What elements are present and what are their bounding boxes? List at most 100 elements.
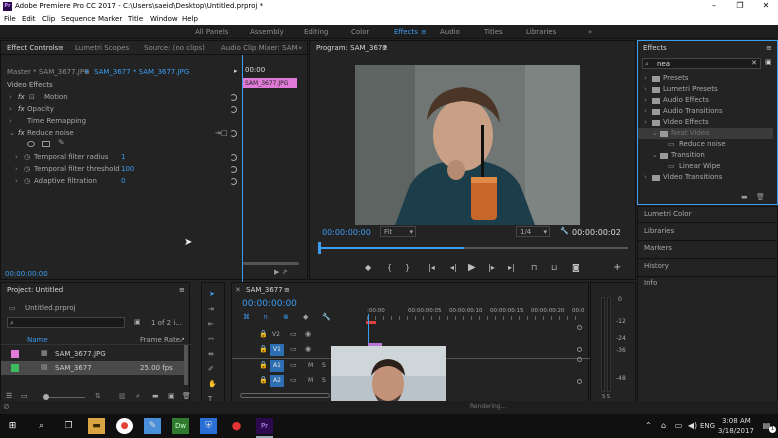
toggle-sync-icon[interactable]: ▭ bbox=[290, 345, 297, 353]
effects-tree-item[interactable]: ▭ Linear Wipe bbox=[638, 161, 773, 172]
expand-arrow-icon[interactable]: › bbox=[9, 117, 12, 125]
effects-tree-item[interactable]: ▭ Reduce noise bbox=[638, 139, 773, 150]
fx-badge[interactable]: fx bbox=[18, 105, 25, 113]
pen-tool-icon[interactable]: ✐ bbox=[208, 365, 214, 373]
effect-row-motion[interactable]: › fx ⊡ Motion bbox=[1, 91, 241, 103]
mark-in-icon[interactable]: { bbox=[387, 263, 392, 272]
expand-arrow-icon[interactable]: › bbox=[15, 165, 18, 173]
record-icon[interactable]: ● bbox=[228, 418, 245, 434]
expand-arrow-icon[interactable]: › bbox=[9, 105, 12, 113]
menu-sequence[interactable]: Sequence bbox=[61, 15, 96, 23]
menu-window[interactable]: Window bbox=[150, 15, 178, 23]
expand-arrow-icon[interactable]: ⌄ bbox=[652, 151, 658, 159]
playback-scrubber[interactable] bbox=[318, 247, 628, 249]
toggle-sync-icon[interactable]: ▭ bbox=[290, 361, 297, 369]
panel-menu-icon[interactable]: ≡ bbox=[382, 44, 388, 52]
project-title[interactable]: Project: Untitled bbox=[7, 286, 63, 294]
paint-icon[interactable]: ✎ bbox=[144, 418, 161, 434]
volume-icon[interactable]: ◀) bbox=[684, 418, 701, 434]
fx-badge[interactable]: fx bbox=[18, 93, 25, 101]
dreamweaver-icon[interactable]: Dw bbox=[172, 418, 189, 434]
settings-wrench-icon[interactable]: 🔧 bbox=[322, 313, 331, 321]
toggle-sync-icon[interactable]: ▭ bbox=[290, 330, 297, 338]
effects-tree-item[interactable]: › Lumetri Presets bbox=[638, 84, 773, 95]
step-back-icon[interactable]: ◂| bbox=[450, 263, 457, 272]
language-indicator[interactable]: ENG bbox=[700, 422, 715, 430]
menu-file[interactable]: File bbox=[4, 15, 16, 23]
tab-effect-controls[interactable]: Effect Controls bbox=[7, 44, 58, 52]
workspace-assembly[interactable]: Assembly bbox=[250, 28, 284, 36]
panel-history[interactable]: History bbox=[644, 262, 669, 270]
maximize-button[interactable]: ❐ bbox=[728, 1, 752, 10]
effects-tree-item[interactable]: › Video Effects bbox=[638, 117, 773, 128]
effect-controls-timecode[interactable]: 00:00:00:00 bbox=[5, 270, 48, 278]
project-item-row[interactable]: ▤ SAM_3677 25.00 fps bbox=[1, 361, 184, 375]
play-icon[interactable]: ▶ bbox=[468, 262, 476, 273]
project-item-row[interactable]: ▦ SAM_3677.JPG bbox=[1, 347, 184, 361]
toggle-sync-icon[interactable]: ▭ bbox=[290, 376, 297, 384]
ellipse-mask-icon[interactable] bbox=[27, 141, 35, 147]
zoom-slider[interactable] bbox=[45, 397, 85, 398]
expand-arrow-icon[interactable]: ▸ bbox=[234, 67, 238, 75]
track-scroll-handles[interactable] bbox=[577, 325, 582, 385]
camera-icon[interactable]: ◙ bbox=[572, 263, 580, 272]
motion-transform-icon[interactable]: ⊡ bbox=[29, 93, 35, 101]
setup-icon[interactable]: ⇥□ bbox=[215, 129, 227, 137]
delete-icon[interactable]: 🗑 bbox=[756, 193, 765, 201]
linked-selection-icon[interactable]: ⊗ bbox=[283, 313, 289, 321]
mute-button[interactable]: M bbox=[308, 362, 313, 369]
effects-tree-item[interactable]: › Presets bbox=[638, 73, 773, 84]
effects-search-input[interactable]: ⌕ nea ✕ bbox=[642, 58, 761, 69]
export-frame-icon[interactable]: ▶ ⇗ bbox=[274, 268, 287, 276]
workspace-effects[interactable]: Effects bbox=[394, 28, 418, 36]
new-custom-bin-icon[interactable]: ▬ bbox=[741, 193, 748, 201]
collapse-arrow-icon[interactable]: ⌄ bbox=[9, 129, 15, 137]
panel-lumetri-color[interactable]: Lumetri Color bbox=[644, 210, 691, 218]
icon-view-icon[interactable]: ▭ bbox=[21, 392, 28, 400]
menu-title[interactable]: Title bbox=[128, 15, 143, 23]
eye-icon[interactable]: ◉ bbox=[305, 345, 311, 353]
param-value[interactable]: 1 bbox=[121, 153, 125, 161]
premiere-taskbar-icon[interactable]: Pr bbox=[256, 418, 273, 434]
step-forward-icon[interactable]: |▸ bbox=[488, 263, 495, 272]
zoom-select[interactable]: Fit ▾ bbox=[380, 226, 416, 237]
eye-icon[interactable]: ◉ bbox=[305, 330, 311, 338]
go-to-out-icon[interactable]: ▸| bbox=[508, 263, 515, 272]
panel-libraries[interactable]: Libraries bbox=[644, 227, 674, 235]
search-icon[interactable]: ⌕ bbox=[33, 418, 50, 434]
master-clip-label[interactable]: Master * SAM_3677.JPG bbox=[7, 68, 90, 76]
scroll-handle-icon[interactable] bbox=[577, 325, 582, 330]
find-icon[interactable]: ⌕ bbox=[136, 392, 140, 401]
new-bin-icon[interactable]: ▣ bbox=[765, 58, 772, 66]
settings-wrench-icon[interactable]: 🔧 bbox=[560, 227, 569, 235]
tabs-more-icon[interactable]: » bbox=[298, 44, 302, 52]
security-shield-icon[interactable]: ⛨ bbox=[200, 418, 217, 434]
track-v2[interactable]: 🔒 V2 ▭ ◉ bbox=[232, 328, 590, 342]
program-timecode[interactable]: 00:00:00:00 bbox=[322, 228, 371, 237]
param-row-adaptive[interactable]: › ◷ Adaptive filtration 0 bbox=[1, 175, 241, 187]
list-view-icon[interactable]: ☰ bbox=[6, 392, 12, 400]
project-search-input[interactable]: ⌕ bbox=[7, 317, 125, 328]
effects-tree-item[interactable]: › Audio Effects bbox=[638, 95, 773, 106]
tab-source[interactable]: Source: (no clips) bbox=[144, 44, 205, 52]
dropdown-arrow-icon[interactable]: ▾ bbox=[85, 68, 89, 76]
expand-arrow-icon[interactable]: › bbox=[644, 74, 647, 82]
add-button-icon[interactable]: + bbox=[613, 262, 621, 273]
hand-tool-icon[interactable]: ✋ bbox=[208, 380, 217, 388]
label-color-swatch[interactable] bbox=[11, 350, 19, 358]
column-resize-icon[interactable]: ↗ bbox=[179, 336, 185, 344]
panel-menu-icon[interactable]: ≡ bbox=[766, 44, 772, 52]
menu-help[interactable]: Help bbox=[182, 15, 198, 23]
track-name[interactable]: A1 bbox=[270, 360, 284, 372]
go-to-in-icon[interactable]: |◂ bbox=[428, 263, 435, 272]
new-bin-icon[interactable]: ▬ bbox=[152, 392, 159, 400]
lift-icon[interactable]: ⊓ bbox=[531, 263, 537, 272]
timeline-timecode[interactable]: 00:00:00:00 bbox=[242, 299, 297, 309]
panel-markers[interactable]: Markers bbox=[644, 244, 672, 252]
lock-icon[interactable]: 🔒 bbox=[259, 330, 268, 338]
fx-badge[interactable]: fx bbox=[18, 129, 25, 137]
mark-out-icon[interactable]: } bbox=[405, 263, 410, 272]
extract-icon[interactable]: ⊔ bbox=[551, 263, 557, 272]
reset-icon[interactable] bbox=[230, 178, 237, 185]
expand-arrow-icon[interactable]: › bbox=[644, 85, 647, 93]
